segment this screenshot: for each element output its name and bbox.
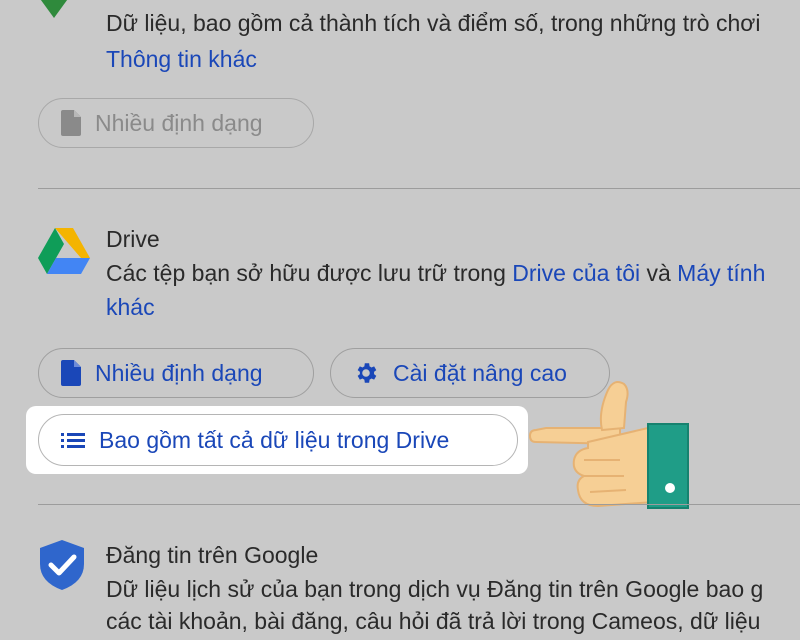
section-title: Đăng tin trên Google bbox=[106, 542, 319, 568]
chip-label: Nhiều định dạng bbox=[95, 359, 263, 386]
section-description: Dữ liệu, bao gồm cả thành tích và điểm s… bbox=[106, 10, 761, 36]
section-description: Các tệp bạn sở hữu được lưu trữ trong Dr… bbox=[106, 258, 765, 288]
include-all-drive-data-chip[interactable]: Bao gồm tất cả dữ liệu trong Drive bbox=[38, 414, 518, 466]
gear-icon bbox=[357, 363, 377, 383]
section-title: Drive bbox=[106, 226, 160, 252]
chip-label: Bao gồm tất cả dữ liệu trong Drive bbox=[99, 426, 450, 453]
document-icon bbox=[61, 360, 81, 386]
more-info-link[interactable]: Thông tin khác bbox=[106, 44, 257, 74]
pointing-hand-icon bbox=[528, 381, 689, 509]
document-icon bbox=[61, 110, 81, 136]
computers-link-cont[interactable]: khác bbox=[106, 292, 155, 322]
description-and: và bbox=[640, 260, 678, 286]
description-text: Các tệp bạn sở hữu được lưu trữ trong bbox=[106, 260, 513, 286]
section-description: Dữ liệu lịch sử của bạn trong dịch vụ Đă… bbox=[106, 576, 764, 602]
divider bbox=[38, 504, 800, 505]
shield-check-icon bbox=[40, 540, 84, 590]
section-description: các tài khoản, bài đăng, câu hỏi đã trả … bbox=[106, 608, 761, 634]
computers-link[interactable]: Máy tính bbox=[677, 260, 765, 286]
divider bbox=[38, 188, 800, 189]
chip-label: Nhiều định dạng bbox=[95, 109, 263, 136]
format-chip-disabled: Nhiều định dạng bbox=[38, 98, 314, 148]
play-games-icon bbox=[40, 0, 68, 18]
my-drive-link[interactable]: Drive của tôi bbox=[512, 260, 640, 286]
list-icon bbox=[61, 433, 85, 448]
google-drive-icon bbox=[38, 228, 90, 274]
format-chip[interactable]: Nhiều định dạng bbox=[38, 348, 314, 398]
